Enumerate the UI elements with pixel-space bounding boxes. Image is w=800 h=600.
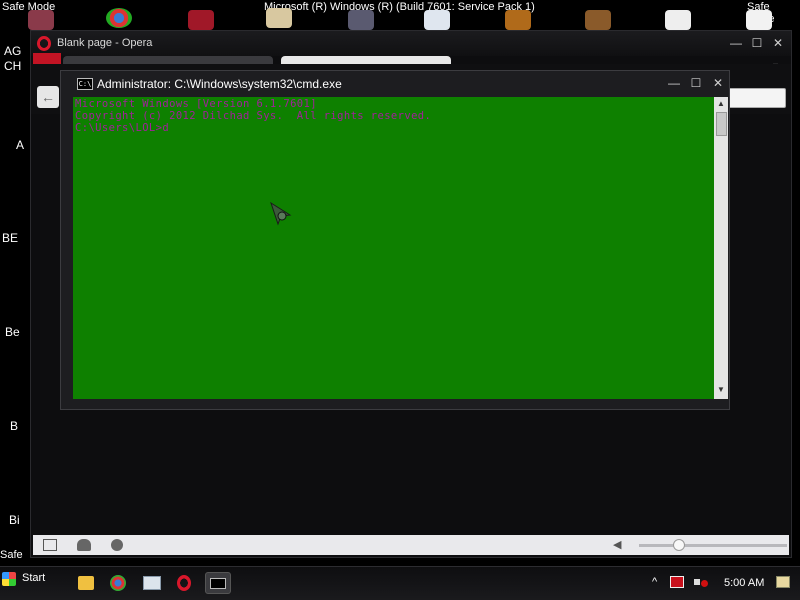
folder-icon — [78, 576, 94, 590]
start-label: Start — [22, 572, 46, 584]
tab[interactable] — [63, 56, 273, 64]
desktop-icon-label: A — [16, 138, 25, 152]
opera-icon — [177, 575, 191, 591]
windows-logo-icon — [2, 572, 16, 586]
desktop-shortcut-icon[interactable] — [266, 8, 292, 28]
desktop-icon-label: Bi — [9, 513, 20, 527]
scroll-down-arrow-icon[interactable]: ▼ — [714, 385, 728, 394]
desktop-icon-label: BE — [2, 231, 19, 245]
windows-build-text: Microsoft (R) Windows (R) (Build 7601: S… — [264, 1, 535, 13]
desktop-icon-label: B — [10, 419, 19, 433]
chrome-desktop-icon[interactable] — [106, 8, 132, 28]
action-center-icon[interactable] — [670, 576, 684, 588]
cmd-window[interactable]: C:\ Administrator: C:\Windows\system32\c… — [60, 70, 730, 410]
show-desktop-icon[interactable] — [776, 576, 790, 588]
cmd-icon: C:\ — [77, 78, 93, 90]
opera-title-bar[interactable]: Blank page - Opera — ☐ ✕ — [31, 31, 791, 56]
desktop-icon-label: AG — [4, 44, 22, 58]
zoom-slider[interactable] — [639, 544, 787, 547]
search-input[interactable] — [726, 88, 786, 108]
speed-icon[interactable] — [111, 539, 123, 551]
zoom-slider-thumb[interactable] — [672, 539, 685, 551]
tab-active[interactable] — [281, 56, 451, 64]
console-line: Microsoft Windows [Version 6.1.7601] — [75, 98, 317, 110]
opera-logo-icon — [37, 36, 51, 51]
cmd-window-title: Administrator: C:\Windows\system32\cmd.e… — [97, 77, 342, 91]
taskbar-explorer-button[interactable] — [74, 572, 100, 594]
maximize-button[interactable]: ☐ — [687, 75, 705, 91]
start-button[interactable]: Start — [2, 569, 54, 589]
mouse-cursor-icon — [270, 202, 292, 226]
taskbar-opera-button[interactable] — [172, 572, 198, 594]
taskbar-cmd-button[interactable] — [205, 572, 231, 594]
desktop-shortcut-icon[interactable] — [188, 10, 214, 30]
taskbar-window-button[interactable] — [140, 572, 166, 594]
console-prompt[interactable]: C:\Users\LOL>d — [75, 122, 712, 134]
minimize-button[interactable]: — — [665, 75, 683, 91]
show-hidden-icons-button[interactable]: ^ — [652, 576, 657, 588]
console-line: Copyright (c) 2012 Dilchad Sys. All righ… — [75, 110, 432, 122]
desktop-shortcut-icon[interactable] — [424, 10, 450, 30]
desktop-shortcut-icon[interactable] — [585, 10, 611, 30]
back-button[interactable]: ← — [37, 86, 59, 108]
vertical-scrollbar[interactable]: ▲ ▼ — [714, 97, 728, 399]
desktop-shortcut-icon[interactable] — [505, 10, 531, 30]
scrollbar-thumb[interactable] — [716, 112, 727, 136]
volume-muted-icon[interactable] — [694, 576, 708, 588]
opera-window-title: Blank page - Opera — [57, 37, 153, 49]
desktop-shortcut-icon[interactable] — [746, 10, 772, 30]
clock-time[interactable]: 5:00 AM — [724, 577, 764, 589]
desktop-icon-label: CH — [4, 59, 22, 73]
cloud-icon[interactable] — [77, 539, 91, 551]
desktop-shortcut-icon[interactable] — [28, 10, 54, 30]
safe-mode-label-bottom: Safe — [0, 549, 23, 561]
desktop-shortcut-icon[interactable] — [665, 10, 691, 30]
desktop-icon-label: Be — [5, 325, 20, 339]
taskbar-chrome-button[interactable] — [106, 572, 132, 594]
scroll-up-arrow-icon[interactable]: ▲ — [714, 99, 728, 108]
minimize-button[interactable]: — — [727, 35, 745, 51]
desktop-shortcut-icon[interactable] — [348, 10, 374, 30]
panel-toggle-icon[interactable] — [43, 539, 57, 551]
view-icon[interactable]: ◀ — [613, 539, 627, 551]
close-button[interactable]: ✕ — [709, 75, 727, 91]
maximize-button[interactable]: ☐ — [748, 35, 766, 51]
chrome-icon — [110, 575, 126, 591]
console-output[interactable]: Microsoft Windows [Version 6.1.7601] Cop… — [73, 97, 714, 399]
window-icon — [143, 576, 161, 590]
close-button[interactable]: ✕ — [769, 35, 787, 51]
cmd-icon — [210, 578, 226, 589]
